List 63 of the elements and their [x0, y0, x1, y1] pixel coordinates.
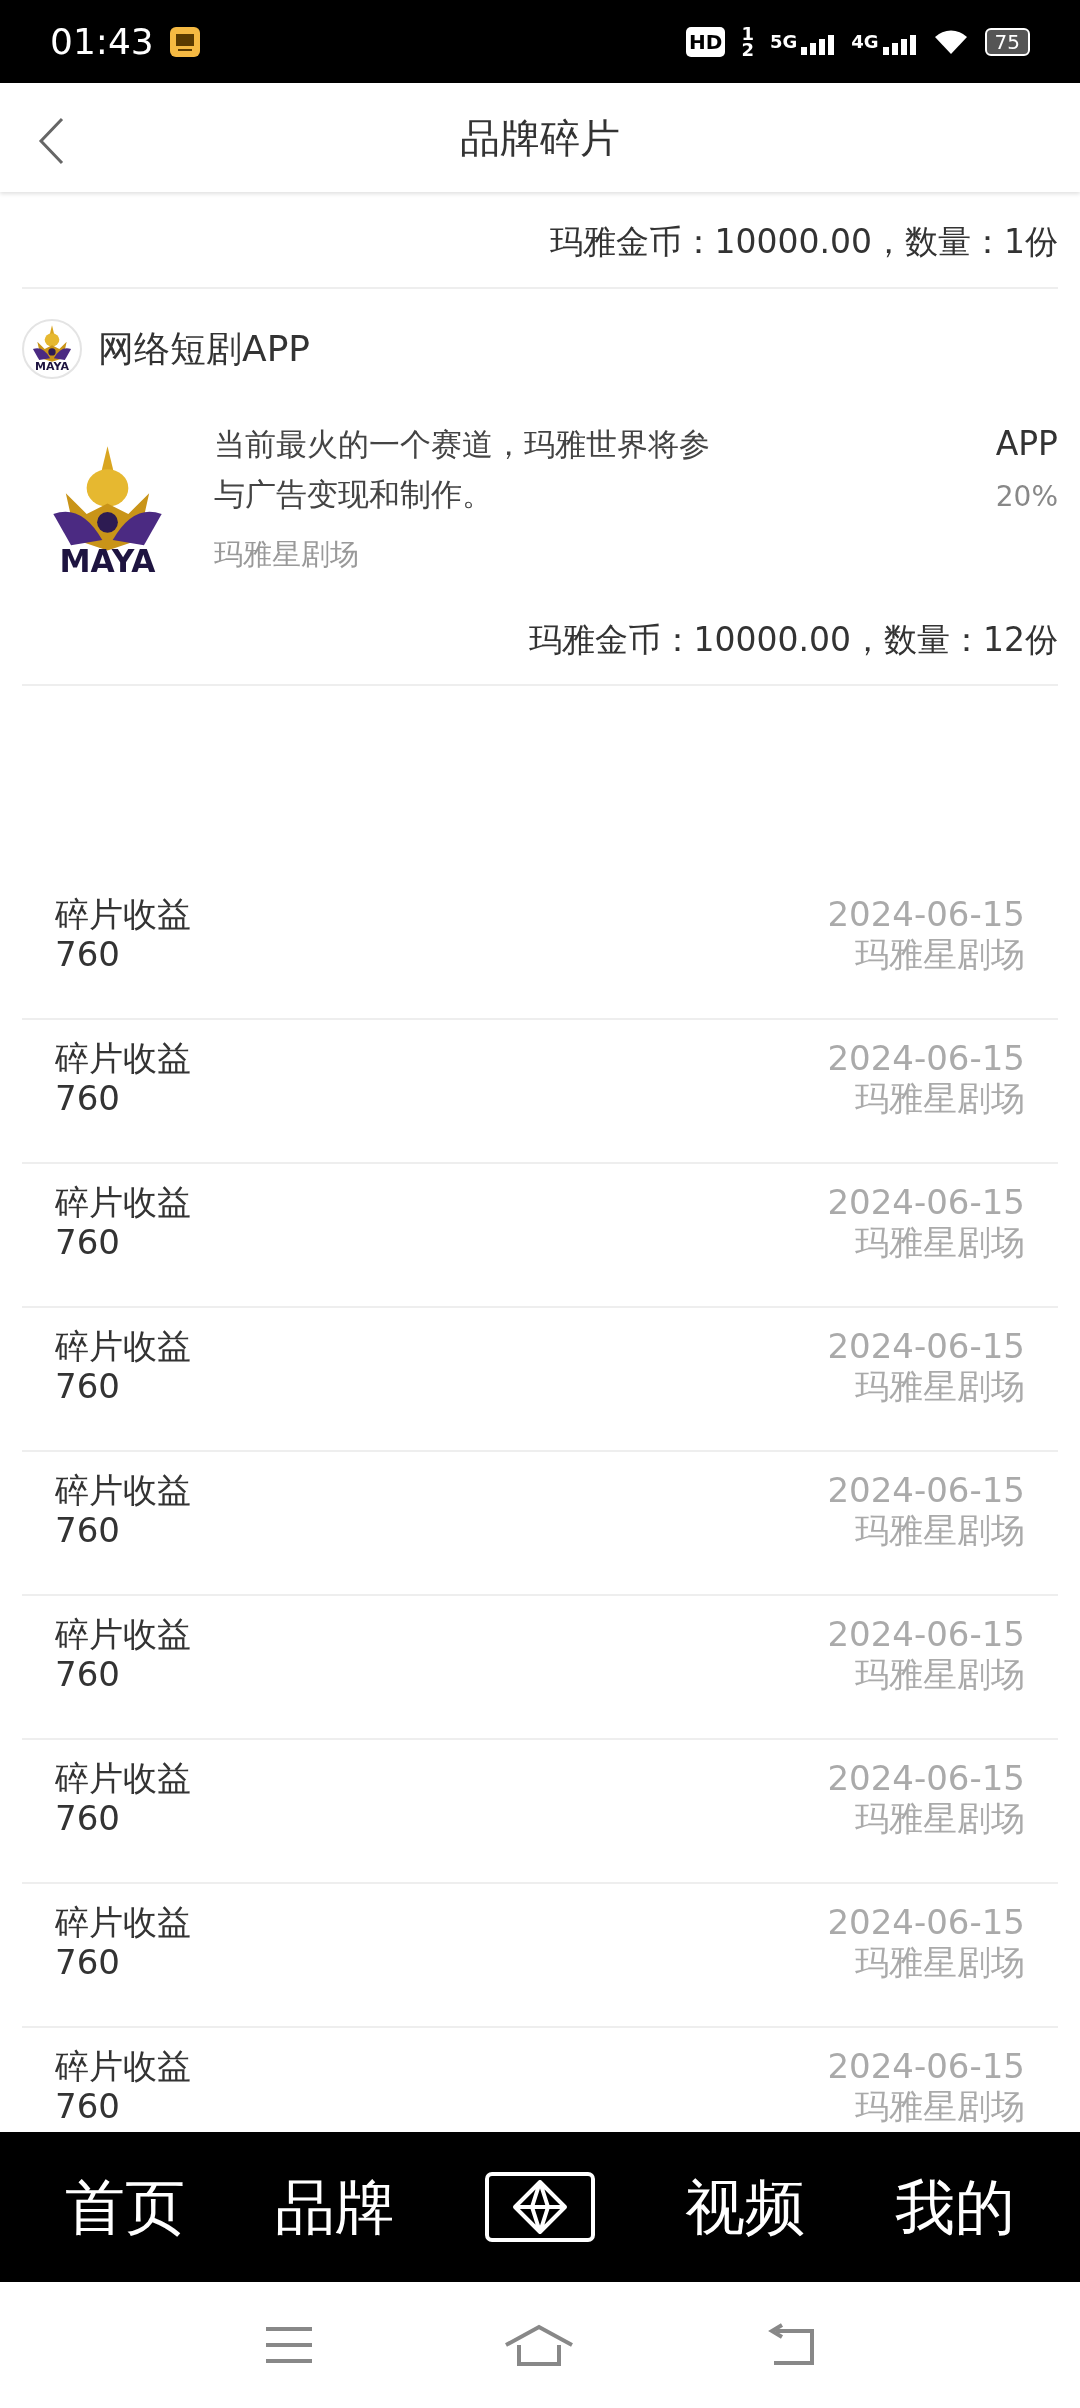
record-date: 2024-06-15: [827, 1902, 1025, 1942]
back-button[interactable]: [38, 117, 64, 165]
nav-tab[interactable]: 品牌: [275, 2162, 395, 2252]
nav-tab[interactable]: 视频: [685, 2162, 805, 2252]
record-label: 碎片收益: [55, 1614, 191, 1654]
brand-name: 网络短剧APP: [98, 326, 311, 371]
record-amount: 760: [55, 934, 121, 974]
record-amount: 760: [55, 1222, 121, 1262]
record-date: 2024-06-15: [827, 1470, 1025, 1510]
home-icon[interactable]: [503, 2323, 575, 2367]
coin-summary: 玛雅金币：10000.00，数量：12份: [527, 618, 1058, 661]
record-amount: 760: [55, 1078, 121, 1118]
status-time: 01:43: [50, 19, 154, 64]
record-amount: 760: [55, 1510, 121, 1550]
record-amount: 760: [55, 1366, 121, 1406]
record-date: 2024-06-15: [827, 1758, 1025, 1798]
sim-number: 2: [741, 41, 754, 58]
record-source: 玛雅星剧场: [855, 1654, 1025, 1694]
nav-tab[interactable]: 我的: [895, 2162, 1015, 2252]
record-label: 碎片收益: [55, 1758, 191, 1798]
record-date: 2024-06-15: [827, 894, 1025, 934]
record-amount: 760: [55, 1942, 121, 1982]
record-label: 碎片收益: [55, 1326, 191, 1366]
product-source: 玛雅星剧场: [214, 535, 360, 573]
record-source: 玛雅星剧场: [855, 1222, 1025, 1262]
record-source: 玛雅星剧场: [855, 1798, 1025, 1838]
record-date: 2024-06-15: [827, 1614, 1025, 1654]
network-type: 5G: [769, 30, 798, 54]
record-date: 2024-06-15: [827, 1326, 1025, 1366]
brand-avatar: MAYA: [22, 318, 82, 379]
record-source: 玛雅星剧场: [855, 1510, 1025, 1550]
record-source: 玛雅星剧场: [855, 2086, 1025, 2126]
record-source: 玛雅星剧场: [855, 934, 1025, 974]
notification-app-icon: [169, 26, 200, 57]
record-source: 玛雅星剧场: [855, 1942, 1025, 1982]
record-label: 碎片收益: [55, 1038, 191, 1078]
record-source: 玛雅星剧场: [855, 1078, 1025, 1118]
network-type: 4G: [851, 30, 879, 54]
product-description: 当前最火的一个赛道，玛雅世界将参与广告变现和制作。: [214, 424, 711, 514]
sim-number: 1: [741, 25, 754, 42]
brand-logo: MAYA: [45, 440, 170, 587]
record-date: 2024-06-15: [827, 1038, 1025, 1078]
record-date: 2024-06-15: [827, 1182, 1025, 1222]
hd-indicator: HD: [686, 26, 726, 57]
record-label: 碎片收益: [55, 894, 191, 934]
diamond-icon: [512, 2179, 568, 2235]
page-title: 品牌碎片: [460, 113, 620, 163]
menu-icon[interactable]: [264, 2325, 315, 2365]
battery-indicator: 75: [984, 27, 1030, 56]
record-amount: 760: [55, 1654, 121, 1694]
record-date: 2024-06-15: [827, 2046, 1025, 2086]
record-label: 碎片收益: [55, 1902, 191, 1942]
record-label: 碎片收益: [55, 2046, 191, 2086]
product-type: APP: [995, 422, 1058, 465]
coin-summary: 玛雅金币：10000.00，数量：1份: [548, 221, 1058, 263]
record-label: 碎片收益: [55, 1182, 191, 1222]
nav-tab[interactable]: 首页: [65, 2162, 185, 2252]
share-percent: 20%: [995, 479, 1058, 515]
record-source: 玛雅星剧场: [855, 1366, 1025, 1406]
record-label: 碎片收益: [55, 1470, 191, 1510]
diamond-nav-button[interactable]: [485, 2172, 595, 2242]
record-amount: 760: [55, 1798, 121, 1838]
record-amount: 760: [55, 2086, 121, 2126]
